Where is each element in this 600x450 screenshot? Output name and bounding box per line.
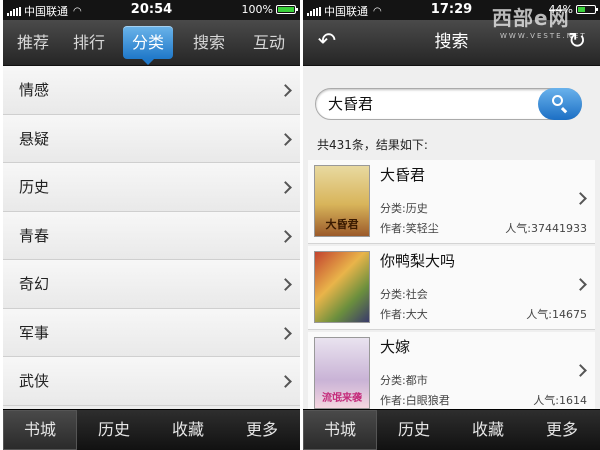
chevron-right-icon (279, 375, 292, 388)
chevron-right-icon (279, 229, 292, 243)
list-item[interactable]: 流氓来袭 大嫁 分类:都市 作者:白眼狼君 人气:1614 (308, 332, 595, 416)
top-nav: 推荐 排行 分类 搜索 互动 (3, 20, 300, 66)
book-category: 分类:历史 (380, 202, 428, 215)
search-icon (552, 95, 563, 106)
tab-history[interactable]: 历史 (77, 410, 151, 450)
tab-bookstore[interactable]: 书城 (3, 410, 77, 450)
book-category: 分类:都市 (380, 374, 428, 387)
search-value: 大昏君 (328, 95, 374, 113)
tab-interact[interactable]: 互动 (241, 20, 297, 65)
tab-more[interactable]: 更多 (225, 410, 299, 450)
category-label: 军事 (19, 323, 50, 342)
book-author: 作者:大大 (380, 308, 428, 321)
category-row-wuxia[interactable]: 武侠 (3, 357, 300, 406)
chevron-right-icon (279, 278, 292, 291)
tab-bookstore[interactable]: 书城 (303, 410, 377, 450)
category-label: 奇幻 (19, 275, 50, 293)
chevron-right-icon (574, 192, 587, 205)
category-list: 情感 悬疑 历史 青春 奇幻 军事 武侠 (3, 66, 300, 410)
book-popularity: 人气:37441933 (505, 222, 587, 235)
phone-right-screen: 中国联通 ◠ 17:29 44% ↶ 搜索 ↻ 大昏君 共431条，结果如下: … (303, 0, 600, 450)
book-title: 你鸭梨大吗 (380, 252, 456, 270)
category-row-youth[interactable]: 青春 (3, 211, 300, 260)
category-row-suspense[interactable]: 悬疑 (3, 114, 300, 163)
book-cover: 大昏君 (314, 165, 370, 237)
tab-history[interactable]: 历史 (377, 410, 451, 450)
tab-favorites[interactable]: 收藏 (151, 410, 225, 450)
bottom-tab-bar: 书城 历史 收藏 更多 (3, 409, 300, 450)
chevron-right-icon (279, 326, 292, 340)
result-count: 共431条，结果如下: (317, 138, 428, 152)
category-row-military[interactable]: 军事 (3, 308, 300, 357)
tab-recommend[interactable]: 推荐 (5, 20, 61, 65)
battery-icon (276, 5, 298, 14)
tab-more[interactable]: 更多 (525, 410, 599, 450)
status-bar: 中国联通 ◠ 20:54 100% (3, 0, 300, 20)
book-popularity: 人气:14675 (526, 308, 587, 321)
category-label: 悬疑 (19, 129, 50, 148)
tab-ranking[interactable]: 排行 (61, 20, 117, 65)
book-cover: 流氓来袭 (314, 337, 370, 409)
category-label: 情感 (19, 81, 50, 99)
tab-category[interactable]: 分类 (119, 20, 177, 65)
category-label: 历史 (19, 178, 50, 196)
book-category: 分类:社会 (380, 288, 428, 301)
phone-left-screen: 中国联通 ◠ 20:54 100% 推荐 排行 分类 搜索 互动 情感 悬疑 历… (3, 0, 300, 450)
battery-percent: 100% (241, 3, 273, 16)
search-button[interactable] (538, 88, 582, 120)
book-title: 大昏君 (380, 166, 426, 184)
book-author: 作者:白眼狼君 (380, 394, 450, 407)
list-item[interactable]: 你鸭梨大吗 分类:社会 作者:大大 人气:14675 (308, 246, 595, 330)
book-title: 大嫁 (380, 338, 411, 356)
site-watermark: 西部e网 WWW.VESTE.NET (492, 6, 587, 40)
chevron-right-icon (574, 364, 587, 377)
chevron-right-icon (279, 132, 292, 146)
chevron-right-icon (574, 278, 587, 291)
chevron-right-icon (279, 181, 292, 194)
category-label: 青春 (19, 226, 50, 245)
category-row-fantasy[interactable]: 奇幻 (3, 260, 300, 309)
bottom-tab-bar: 书城 历史 收藏 更多 (303, 409, 600, 450)
tab-favorites[interactable]: 收藏 (451, 410, 525, 450)
search-results-panel: 大昏君 共431条，结果如下: 大昏君 大昏君 分类:历史 作者:笑轻尘 人气:… (303, 66, 600, 416)
book-author: 作者:笑轻尘 (380, 222, 439, 235)
category-label: 武侠 (19, 372, 50, 390)
search-input[interactable]: 大昏君 (315, 88, 582, 120)
chevron-right-icon (279, 84, 292, 97)
list-item[interactable]: 大昏君 大昏君 分类:历史 作者:笑轻尘 人气:37441933 (308, 160, 595, 244)
book-popularity: 人气:1614 (533, 394, 587, 407)
tab-search[interactable]: 搜索 (181, 20, 237, 65)
category-row-history[interactable]: 历史 (3, 163, 300, 212)
category-row-emotion[interactable]: 情感 (3, 66, 300, 115)
book-cover (314, 251, 370, 323)
battery-status: 100% (241, 3, 298, 16)
